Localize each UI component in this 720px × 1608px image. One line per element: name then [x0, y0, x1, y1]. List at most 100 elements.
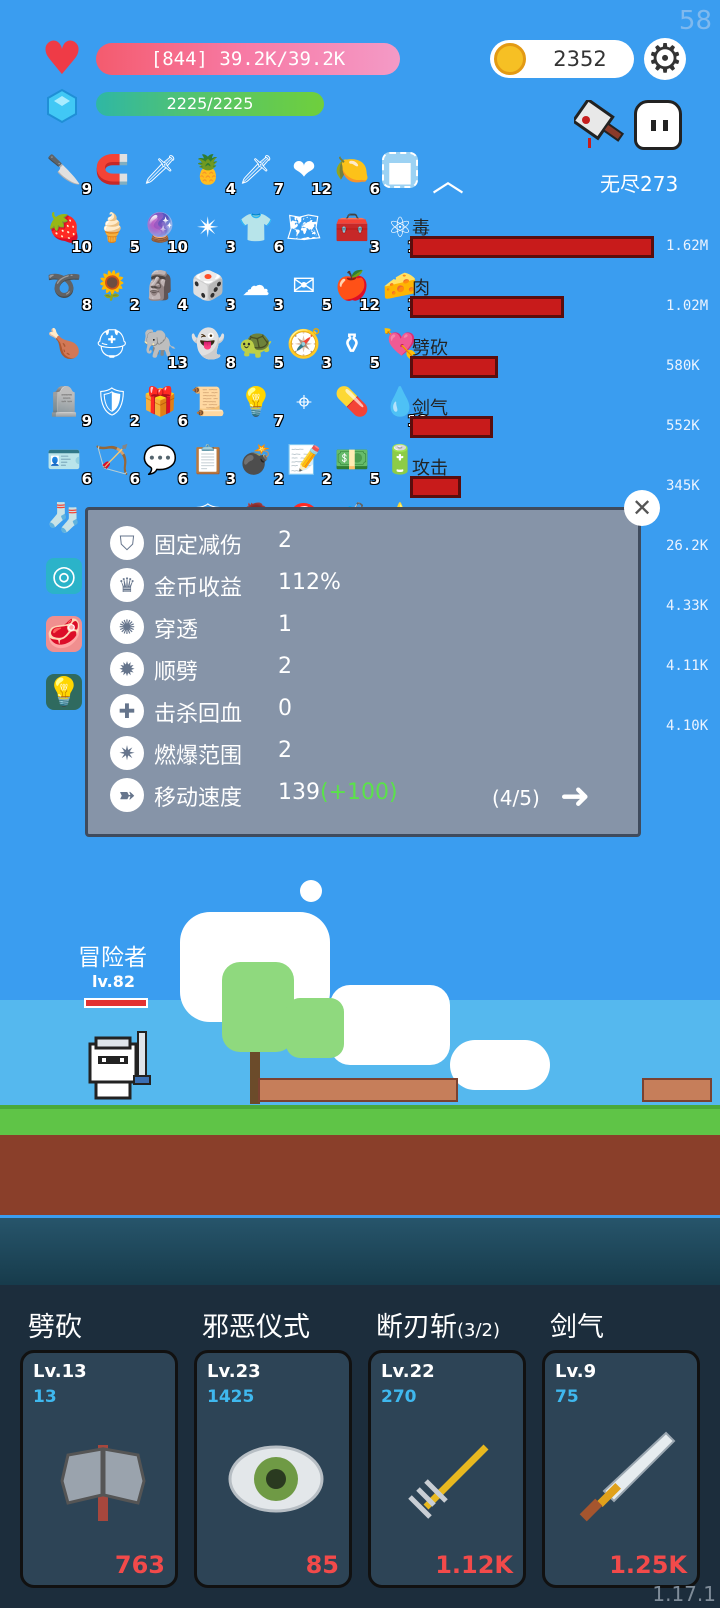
- skill-damage: 1.25K: [609, 1551, 687, 1579]
- item-slot-crosshair[interactable]: ⌖: [284, 382, 326, 424]
- item-count: 5: [129, 238, 140, 256]
- item-slot-ghost-idol[interactable]: 🗿 4: [140, 266, 188, 314]
- stat-label: 固定减伤: [154, 534, 243, 559]
- item-slot-crystal-ball[interactable]: 🔮 10: [140, 208, 188, 256]
- item-slot-grenade[interactable]: 💣 2: [236, 440, 284, 488]
- item-slot-meat[interactable]: 🥩: [44, 614, 86, 656]
- item-slot-sword[interactable]: 🗡: [140, 150, 182, 192]
- item-slot-card[interactable]: 🪪 6: [44, 440, 92, 488]
- skill-cost: 13: [33, 1387, 57, 1407]
- item-count: 4: [177, 296, 188, 314]
- damage-value: 26.2K: [666, 538, 709, 554]
- item-slot-shirt[interactable]: 👕 6: [236, 208, 284, 256]
- dirt-ground: [0, 1135, 720, 1215]
- item-slot-scalpel[interactable]: 🔪 9: [44, 150, 92, 198]
- item-slot-cash[interactable]: 💵 5: [332, 440, 380, 488]
- item-count: 6: [273, 238, 284, 256]
- item-slot-turtle-shell[interactable]: 🐢 5: [236, 324, 284, 372]
- player-level: lv.82: [92, 972, 135, 991]
- spiked-mace-icon: ✴: [196, 211, 220, 244]
- arrow-right-icon[interactable]: ➜: [560, 776, 590, 817]
- item-slot-cloud[interactable]: ☁ 3: [236, 266, 284, 314]
- skill-cost: 1425: [207, 1387, 255, 1407]
- item-count: 5: [321, 296, 332, 314]
- item-slot-empty-slot[interactable]: ■: [380, 150, 422, 192]
- note-icon: 📝: [286, 443, 322, 476]
- item-slot-bow[interactable]: 🏹 6: [92, 440, 140, 488]
- skill-card-axe[interactable]: Lv.13 13 763: [20, 1350, 178, 1588]
- item-count: 10: [71, 238, 92, 256]
- item-slot-clipboard[interactable]: 📋 3: [188, 440, 236, 488]
- item-slot-lemon[interactable]: 🍋 6: [332, 150, 380, 198]
- ghost-icon[interactable]: [634, 100, 682, 150]
- item-count: 5: [369, 470, 380, 488]
- item-slot-ghost[interactable]: 👻 8: [188, 324, 236, 372]
- toolbox-icon: 🧰: [334, 211, 370, 244]
- item-slot-tombstone[interactable]: 🪦 9: [44, 382, 92, 430]
- eye-icon: [222, 1425, 330, 1533]
- item-slot-shield[interactable]: 🛡 2: [92, 382, 140, 430]
- stat-value: 139(+100): [278, 780, 398, 805]
- item-slot-viking-helmet[interactable]: ⛑: [92, 324, 134, 366]
- item-slot-map[interactable]: 🗺: [284, 208, 326, 250]
- chevron-up-icon[interactable]: ︿: [432, 155, 464, 201]
- item-slot-gift[interactable]: 🎁 6: [140, 382, 188, 430]
- chop-ring-icon: ✹: [110, 652, 144, 686]
- damage-value: 345K: [666, 478, 700, 494]
- tree-decoration: [286, 998, 344, 1058]
- skill-card-trident[interactable]: Lv.22 270 1.12K: [368, 1350, 526, 1588]
- item-slot-heart[interactable]: ❤ 12: [284, 150, 332, 198]
- stat-bonus: (+100): [320, 780, 398, 805]
- empty-slot-icon: ■: [382, 152, 418, 188]
- skill-card-eye[interactable]: Lv.23 1425 85: [194, 1350, 352, 1588]
- item-slot-light-bulb[interactable]: 💡 7: [236, 382, 284, 430]
- lemon-icon: 🍋: [334, 153, 370, 186]
- damage-bar: [410, 296, 564, 318]
- skill-level: Lv.22: [381, 1361, 435, 1382]
- tombstone-icon: 🪦: [46, 385, 82, 418]
- item-slot-sock[interactable]: 🧦: [44, 498, 86, 540]
- item-slot-pineapple[interactable]: 🍍 4: [188, 150, 236, 198]
- item-slot-capsule[interactable]: 💊: [332, 382, 374, 424]
- item-count: 3: [273, 296, 284, 314]
- skill-damage: 763: [114, 1551, 165, 1579]
- shield-icon: ⛉: [110, 526, 144, 560]
- item-slot-apple[interactable]: 🍎 12: [332, 266, 380, 314]
- skill-card-sword[interactable]: Lv.9 75 1.25K: [542, 1350, 700, 1588]
- grass-ground: [0, 1105, 720, 1139]
- item-slot-note[interactable]: 📝 2: [284, 440, 332, 488]
- item-count: 8: [225, 354, 236, 372]
- item-slot-dagger[interactable]: 🗡 7: [236, 150, 284, 198]
- gear-icon[interactable]: ⚙: [644, 38, 686, 80]
- meat-icon: 🥩: [46, 616, 82, 652]
- item-count: 9: [81, 180, 92, 198]
- item-slot-bulb-card[interactable]: 💡: [44, 672, 86, 714]
- item-count: 2: [273, 470, 284, 488]
- item-slot-scroll[interactable]: 📜: [188, 382, 230, 424]
- item-slot-noose[interactable]: ➰ 8: [44, 266, 92, 314]
- item-slot-speech-bubble[interactable]: 💬 6: [140, 440, 188, 488]
- ghost-icon: 👻: [190, 327, 226, 360]
- item-slot-magnet[interactable]: 🧲: [92, 150, 134, 192]
- item-slot-vortex[interactable]: ◎: [44, 556, 86, 598]
- burst-icon: ✷: [110, 736, 144, 770]
- damage-bar: [410, 416, 493, 438]
- item-slot-dice[interactable]: 🎲 3: [188, 266, 236, 314]
- item-slot-compass[interactable]: 🧭 3: [284, 324, 332, 372]
- ghost-idol-icon: 🗿: [142, 269, 178, 302]
- item-slot-toolbox[interactable]: 🧰 3: [332, 208, 380, 256]
- item-slot-cauldron[interactable]: ⚱ 5: [332, 324, 380, 372]
- skill-name: 邪恶仪式: [202, 1312, 310, 1343]
- item-slot-spiked-mace[interactable]: ✴ 3: [188, 208, 236, 256]
- map-icon: 🗺: [286, 211, 322, 244]
- stat-value: 0: [278, 696, 292, 721]
- item-slot-ice-cream[interactable]: 🍦 5: [92, 208, 140, 256]
- item-slot-drumstick[interactable]: 🍗: [44, 324, 86, 366]
- item-slot-sunflower[interactable]: 🌻 2: [92, 266, 140, 314]
- cleaver-icon[interactable]: [574, 100, 626, 150]
- item-slot-envelope[interactable]: ✉ 5: [284, 266, 332, 314]
- item-slot-strawberry[interactable]: 🍓 10: [44, 208, 92, 256]
- close-icon[interactable]: ✕: [624, 490, 660, 526]
- compass-icon: 🧭: [286, 327, 322, 360]
- item-slot-elephant[interactable]: 🐘 13: [140, 324, 188, 372]
